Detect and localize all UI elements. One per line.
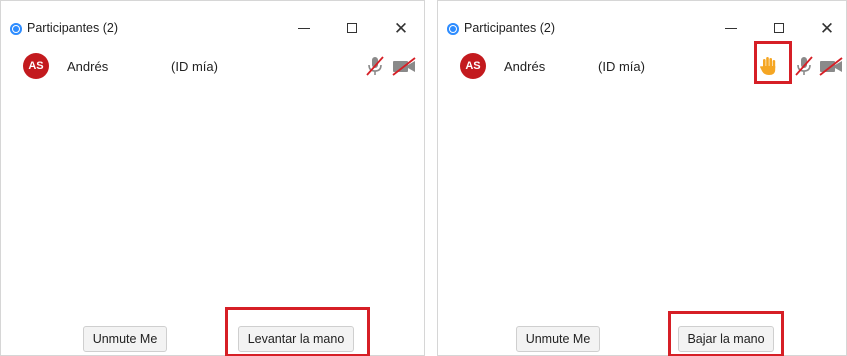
highlight-hand-icon — [754, 41, 792, 84]
avatar: AS — [23, 53, 49, 79]
zoom-app-icon — [10, 23, 22, 35]
participant-status-icons — [363, 55, 419, 77]
zoom-app-icon — [447, 23, 459, 35]
video-off-icon[interactable] — [391, 55, 417, 77]
close-button[interactable]: ✕ — [812, 17, 842, 39]
highlight-raise-hand — [225, 307, 370, 356]
participant-name: Andrés — [504, 59, 546, 74]
minimize-button[interactable] — [716, 17, 746, 39]
window-title: Participantes (2) — [27, 21, 119, 35]
maximize-icon — [774, 23, 784, 33]
maximize-button[interactable] — [337, 17, 367, 39]
participant-name: Andrés — [67, 59, 109, 74]
close-icon: ✕ — [393, 18, 409, 38]
minimize-icon — [298, 27, 310, 29]
window-title: Participantes (2) — [464, 21, 556, 35]
unmute-me-button[interactable]: Unmute Me — [83, 326, 167, 352]
title-bar: Participantes (2) ✕ — [438, 1, 846, 43]
video-off-icon[interactable] — [818, 55, 844, 77]
close-icon: ✕ — [819, 18, 835, 38]
close-button[interactable]: ✕ — [386, 17, 416, 39]
title-bar: Participantes (2) ✕ — [1, 1, 424, 43]
mic-muted-icon[interactable] — [365, 55, 385, 77]
unmute-me-button[interactable]: Unmute Me — [516, 326, 600, 352]
participants-window-right: Participantes (2) ✕ AS Andrés (ID mía) U… — [437, 0, 847, 356]
minimize-icon — [725, 27, 737, 29]
minimize-button[interactable] — [289, 17, 319, 39]
highlight-lower-hand — [668, 311, 784, 356]
participant-row[interactable]: AS Andrés (ID mía) — [1, 51, 424, 81]
participant-id-label: (ID mía) — [171, 59, 218, 74]
participants-window-left: Participantes (2) ✕ AS Andrés (ID mía) U… — [0, 0, 425, 356]
mic-muted-icon[interactable] — [794, 55, 814, 77]
participant-id-label: (ID mía) — [598, 59, 645, 74]
avatar: AS — [460, 53, 486, 79]
maximize-button[interactable] — [764, 17, 794, 39]
maximize-icon — [347, 23, 357, 33]
